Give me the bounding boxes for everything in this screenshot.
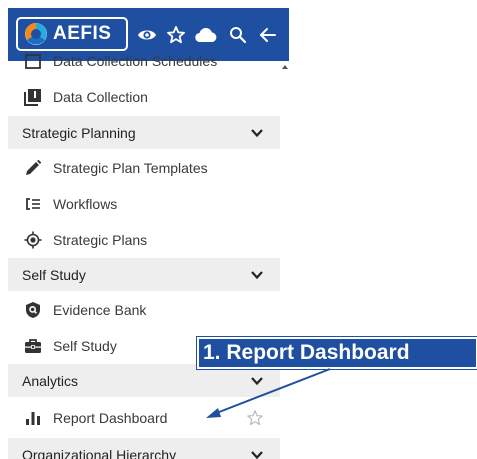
search-icon[interactable]: [228, 25, 248, 45]
chevron-down-icon[interactable]: [250, 374, 264, 388]
book-icon: [24, 89, 41, 106]
sidebar-item-label: Strategic Plan Templates: [53, 160, 208, 176]
sidebar-item-label: Report Dashboard: [53, 410, 168, 426]
section-label: Analytics: [22, 372, 79, 389]
section-label: Strategic Planning: [22, 124, 136, 141]
section-label: Organizational Hierarchy: [22, 446, 177, 459]
chevron-down-icon[interactable]: [250, 448, 264, 459]
sidebar-item-report-dashboard[interactable]: Report Dashboard: [8, 400, 280, 436]
briefcase-icon: [25, 339, 41, 353]
sidebar-item-strategic-plans[interactable]: Strategic Plans: [8, 222, 280, 258]
chevron-down-icon[interactable]: [250, 126, 264, 140]
star-outline-icon[interactable]: [166, 25, 186, 45]
cloud-icon[interactable]: [194, 25, 218, 45]
sidebar-item-strategic-plan-templates[interactable]: Strategic Plan Templates: [8, 150, 280, 186]
callout-label: 1. Report Dashboard: [196, 336, 477, 370]
workflow-icon: [26, 198, 40, 210]
bar-chart-icon: [26, 412, 40, 425]
sidebar-item-workflows[interactable]: Workflows: [8, 186, 280, 222]
sidebar-item-data-collection-schedules[interactable]: Data Collection Schedules: [8, 43, 280, 79]
sidebar-nav-list: Data Collection Schedules Data Collectio…: [8, 53, 289, 459]
section-label: Self Study: [22, 266, 86, 283]
section-strategic-planning[interactable]: Strategic Planning: [8, 116, 280, 149]
sidebar-panel: AEFIS Data Collection Schedules Data Col…: [8, 8, 289, 459]
favorite-star-icon[interactable]: [246, 409, 264, 427]
target-icon: [24, 231, 42, 249]
scroll-up-arrow[interactable]: [282, 65, 288, 69]
section-organizational-hierarchy[interactable]: Organizational Hierarchy: [8, 438, 280, 459]
arrow-left-icon[interactable]: [258, 25, 278, 45]
shield-search-icon: [26, 302, 40, 318]
sidebar-item-data-collection[interactable]: Data Collection: [8, 79, 280, 115]
logo-text: AEFIS: [53, 23, 112, 44]
scrollbar[interactable]: [281, 61, 289, 459]
sidebar-item-label: Evidence Bank: [53, 302, 147, 318]
chevron-down-icon[interactable]: [250, 268, 264, 282]
sidebar-item-label: Strategic Plans: [53, 232, 148, 248]
sidebar-item-evidence-bank[interactable]: Evidence Bank: [8, 292, 280, 328]
sidebar-item-label: Self Study: [53, 338, 117, 354]
pencil-icon: [26, 159, 42, 175]
sidebar-item-label: Data Collection: [53, 89, 148, 105]
sidebar-item-label: Workflows: [53, 196, 118, 212]
eye-icon[interactable]: [137, 25, 157, 45]
calendar-icon: [25, 54, 41, 69]
sidebar-item-label: Data Collection Schedules: [53, 53, 218, 69]
section-self-study[interactable]: Self Study: [8, 258, 280, 291]
